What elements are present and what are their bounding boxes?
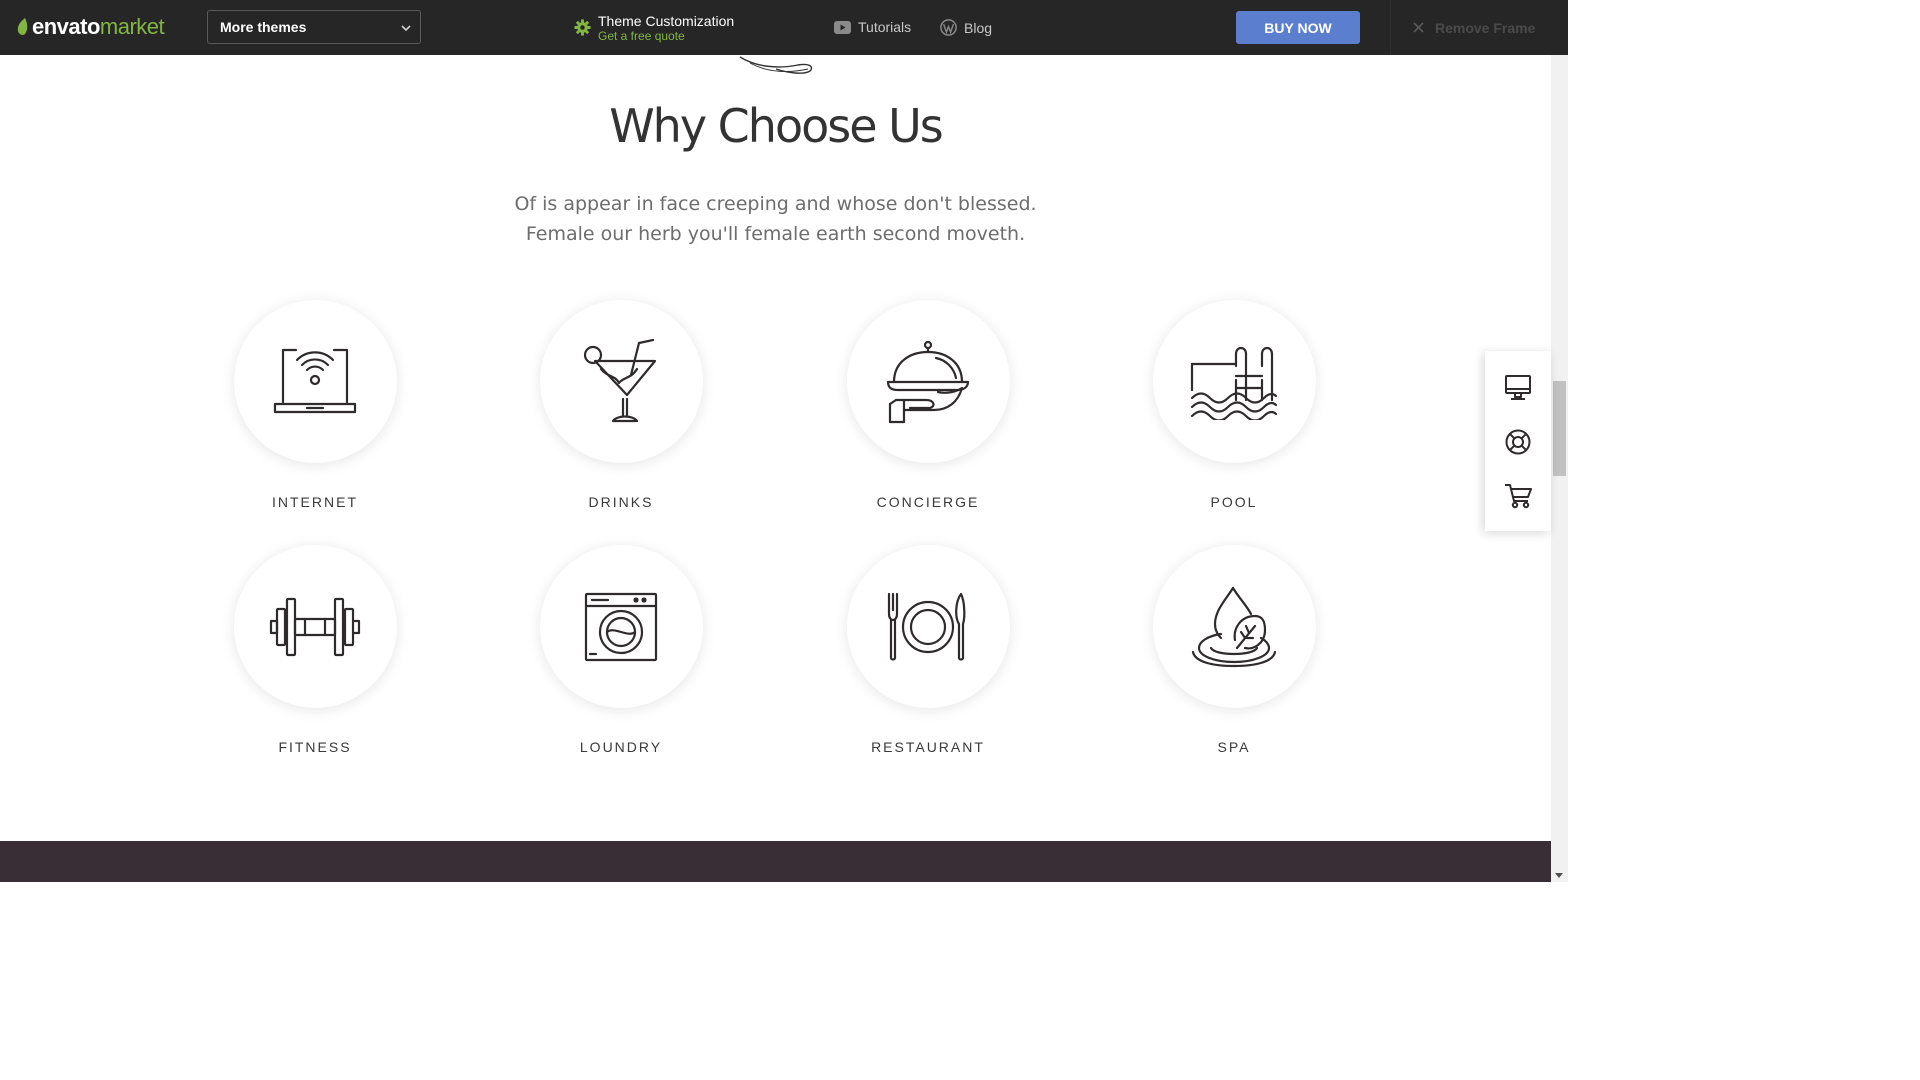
remove-frame-button[interactable]: Remove Frame [1390, 0, 1550, 55]
remove-frame-label: Remove Frame [1435, 19, 1536, 36]
theme-customization-link[interactable]: Theme Customization Get a free quote [574, 13, 734, 43]
plate-cutlery-icon [887, 592, 966, 661]
feature-icon-circle [539, 545, 703, 708]
blog-link[interactable]: Blog [940, 19, 992, 36]
feature-label: CONCIERGE [876, 494, 980, 510]
feature-icon-circle [233, 300, 397, 463]
scrollbar-thumb[interactable] [1553, 381, 1566, 476]
customization-title: Theme Customization [598, 13, 735, 29]
feature-label: FITNESS [278, 739, 352, 755]
envato-leaf-icon [17, 18, 28, 35]
feature-pool: POOL [1134, 300, 1334, 510]
feature-label: SPA [1217, 739, 1251, 755]
wordpress-icon [940, 19, 957, 36]
dumbbell-icon [269, 597, 361, 656]
why-choose-us-section: Why Choose Us Of is appear in face creep… [0, 55, 1551, 882]
page-scrollbar[interactable] [1551, 55, 1568, 882]
responsive-preview-button[interactable] [1503, 373, 1533, 403]
cart-icon [1505, 484, 1532, 509]
youtube-icon [834, 20, 851, 34]
lifebuoy-icon [1505, 429, 1531, 455]
side-widget-panel [1485, 351, 1551, 531]
feature-icon-circle [1152, 300, 1316, 463]
top-bar: envato market More themes Theme Customiz… [0, 0, 1568, 55]
feature-fitness: FITNESS [215, 545, 415, 755]
gear-icon [574, 19, 591, 36]
logo-market-text: market [99, 14, 165, 39]
feature-label: DRINKS [588, 494, 654, 510]
more-themes-select[interactable]: More themes [207, 10, 421, 44]
buy-now-button[interactable]: BUY NOW [1236, 11, 1360, 44]
scroll-down-arrow-icon[interactable] [1555, 873, 1563, 878]
envato-market-logo[interactable]: envato market [16, 14, 165, 40]
tutorials-link[interactable]: Tutorials [834, 19, 911, 35]
spa-drop-leaf-icon [1191, 586, 1277, 667]
cloche-serving-icon [886, 340, 970, 423]
feature-concierge: CONCIERGE [828, 300, 1028, 510]
chevron-down-icon [401, 25, 411, 32]
feature-icon-circle [233, 545, 397, 708]
close-icon [1413, 22, 1424, 33]
feature-label: INTERNET [272, 494, 358, 510]
feature-label: RESTAURANT [871, 739, 985, 755]
feature-icon-circle [846, 545, 1010, 708]
section-title: Why Choose Us [609, 99, 944, 153]
feature-icon-circle [539, 300, 703, 463]
support-button[interactable] [1503, 427, 1533, 457]
feature-icon-circle [846, 300, 1010, 463]
cart-button[interactable] [1503, 481, 1533, 511]
cocktail-icon [583, 338, 657, 422]
next-section-band [0, 841, 1551, 882]
feature-label: POOL [1210, 494, 1258, 510]
feature-internet: INTERNET [215, 300, 415, 510]
feature-drinks: DRINKS [521, 300, 721, 510]
logo-envato-text: envato [32, 14, 100, 39]
flourish-divider-icon [739, 56, 813, 74]
washing-machine-icon [584, 592, 658, 661]
section-subtitle: Of is appear in face creeping and whose … [0, 189, 1551, 249]
more-themes-value: More themes [220, 19, 307, 35]
customization-subtitle: Get a free quote [598, 29, 685, 43]
pool-ladder-icon [1190, 346, 1278, 420]
monitor-icon [1505, 375, 1531, 400]
laptop-wifi-icon [273, 348, 357, 413]
subtitle-line-2: Female our herb you'll female earth seco… [525, 223, 1026, 245]
blog-label: Blog [964, 19, 993, 36]
feature-restaurant: RESTAURANT [828, 545, 1028, 755]
subtitle-line-1: Of is appear in face creeping and whose … [514, 193, 1037, 215]
feature-spa: SPA [1134, 545, 1334, 755]
tutorials-label: Tutorials [858, 19, 912, 35]
feature-label: LOUNDRY [579, 739, 663, 755]
feature-loundry: LOUNDRY [521, 545, 721, 755]
feature-icon-circle [1152, 545, 1316, 708]
